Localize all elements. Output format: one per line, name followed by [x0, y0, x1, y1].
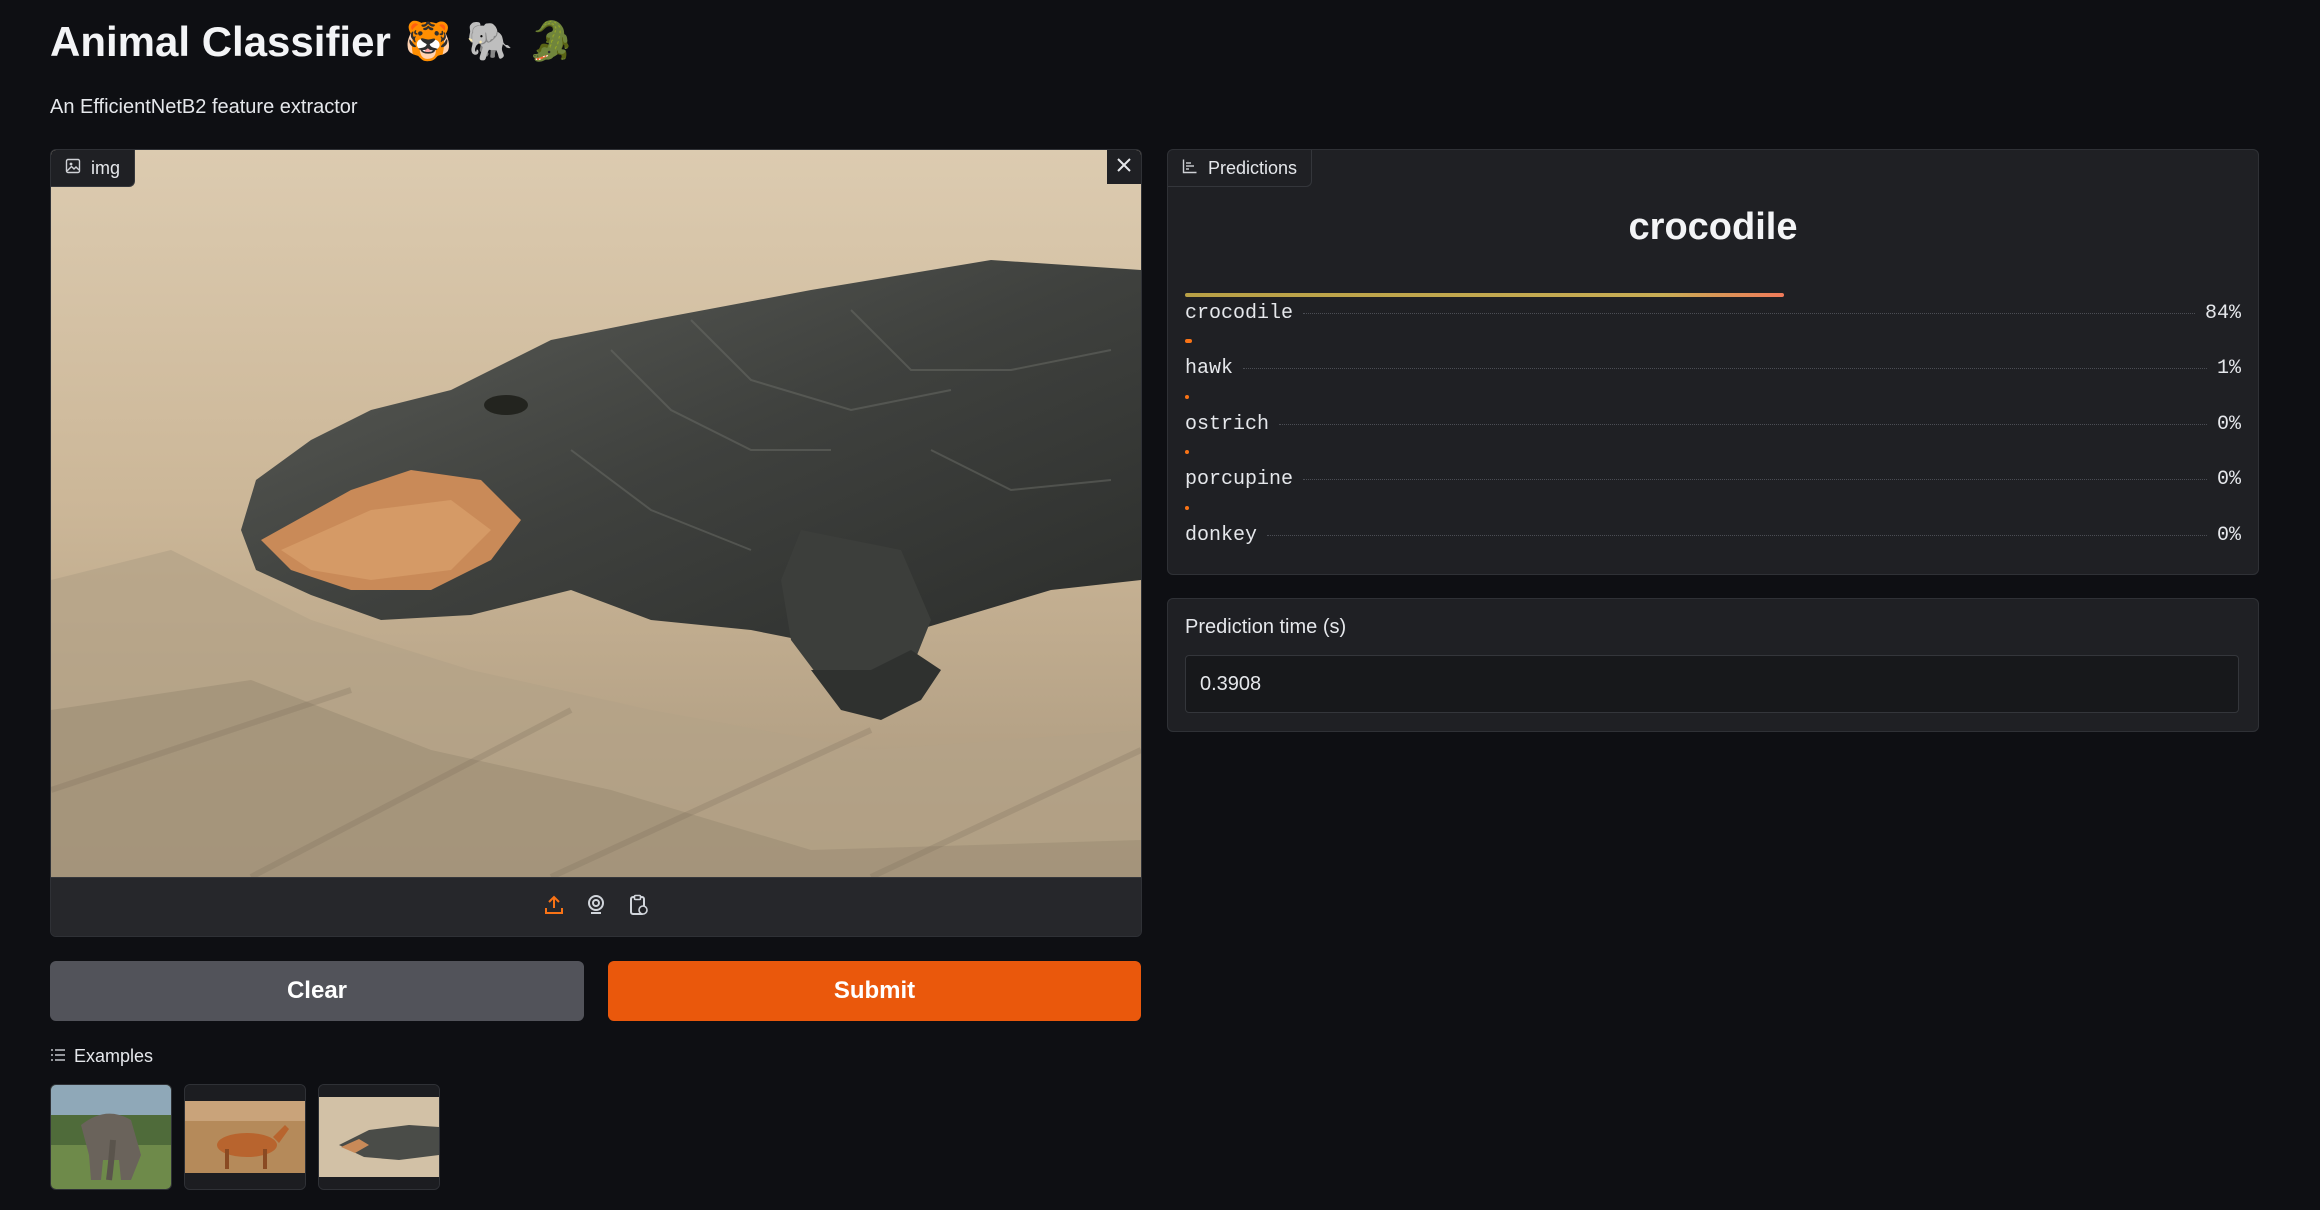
- prediction-bar: [1185, 339, 1193, 343]
- app-page: Animal Classifier 🐯 🐘 🐊 An EfficientNetB…: [0, 0, 2320, 1210]
- example-crocodile[interactable]: [318, 1084, 440, 1190]
- leader-dots: [1243, 368, 2207, 369]
- prediction-time-label: Prediction time (s): [1185, 616, 1347, 638]
- prediction-percent: 84%: [2204, 302, 2241, 325]
- prediction-list: crocodile 84% hawk 1% ostrich 0% porcupine 0% do…: [1185, 302, 2241, 561]
- title-text: Animal Classifier: [50, 18, 391, 65]
- crocodile-photo: [51, 150, 1141, 877]
- prediction-line: donkey 0%: [1185, 524, 2241, 547]
- upload-button[interactable]: [540, 894, 568, 922]
- prediction-bar: [1185, 450, 1189, 454]
- prediction-label: porcupine: [1185, 468, 1294, 491]
- examples-gallery: [50, 1084, 440, 1190]
- image-label-tag: img: [51, 150, 136, 187]
- examples-header: Examples: [50, 1046, 153, 1067]
- prediction-label: donkey: [1185, 523, 1258, 547]
- clear-image-button[interactable]: [1107, 150, 1141, 184]
- prediction-line: porcupine 0%: [1185, 468, 2241, 491]
- prediction-row: hawk 1%: [1185, 339, 2241, 395]
- webcam-button[interactable]: [582, 894, 610, 922]
- examples-label: Examples: [74, 1046, 154, 1066]
- prediction-label: crocodile: [1185, 302, 1294, 325]
- prediction-percent: 1%: [2216, 357, 2241, 380]
- leader-dots: [1267, 534, 2207, 536]
- prediction-line: ostrich 0%: [1185, 413, 2241, 436]
- prediction-percent: 0%: [2216, 412, 2241, 436]
- image-icon: [65, 158, 81, 179]
- prediction-line: crocodile 84%: [1185, 302, 2241, 325]
- elephant-emoji-icon: 🐘: [466, 21, 514, 63]
- upload-icon: [542, 893, 566, 922]
- prediction-time-panel: Prediction time (s) 0.3908: [1167, 598, 2259, 732]
- prediction-time-value: 0.3908: [1200, 672, 1262, 695]
- prediction-row: ostrich 0%: [1185, 394, 2241, 451]
- leader-dots: [1279, 423, 2207, 425]
- clipboard-button[interactable]: [624, 894, 652, 922]
- predictions-panel: Predictions crocodile crocodile 84% hawk 1%…: [1167, 149, 2259, 575]
- page-subtitle: An EfficientNetB2 feature extractor: [50, 96, 358, 118]
- page-title: Animal Classifier 🐯 🐘 🐊: [50, 18, 575, 66]
- clear-button[interactable]: Clear: [50, 961, 584, 1021]
- prediction-label: hawk: [1185, 357, 1234, 380]
- top-confidence-bar: [1185, 293, 2241, 297]
- prediction-bar: [1185, 505, 1189, 510]
- prediction-percent: 0%: [2216, 523, 2241, 547]
- prediction-row: crocodile 84%: [1185, 302, 2241, 339]
- example-antelope[interactable]: [184, 1084, 306, 1190]
- leader-dots: [1303, 479, 2207, 480]
- list-icon: [50, 1046, 66, 1067]
- crocodile-emoji-icon: 🐊: [527, 21, 575, 63]
- image-input-panel: img: [50, 149, 1142, 937]
- predictions-label-tag: Predictions: [1168, 150, 1313, 187]
- image-source-toolbar: [51, 877, 1141, 936]
- prediction-label: ostrich: [1185, 412, 1270, 436]
- clipboard-icon: [626, 893, 650, 922]
- prediction-line: hawk 1%: [1185, 357, 2241, 380]
- prediction-row: donkey 0%: [1185, 505, 2241, 562]
- prediction-row: porcupine 0%: [1185, 450, 2241, 506]
- example-elephant[interactable]: [50, 1084, 172, 1190]
- top-confidence-fill: [1185, 293, 1784, 297]
- bar-chart-icon: [1182, 158, 1198, 179]
- top-prediction: crocodile: [1628, 206, 1798, 248]
- webcam-icon: [584, 893, 608, 922]
- prediction-percent: 0%: [2216, 468, 2241, 491]
- prediction-bar: [1185, 394, 1189, 399]
- close-icon: [1114, 155, 1134, 180]
- submit-button[interactable]: Submit: [608, 961, 1141, 1021]
- leader-dots: [1303, 313, 2195, 314]
- tiger-emoji-icon: 🐯: [404, 21, 453, 63]
- predictions-label: Predictions: [1208, 157, 1298, 178]
- image-label: img: [91, 157, 121, 178]
- uploaded-image[interactable]: img: [51, 150, 1141, 877]
- prediction-time-field[interactable]: 0.3908: [1185, 655, 2239, 713]
